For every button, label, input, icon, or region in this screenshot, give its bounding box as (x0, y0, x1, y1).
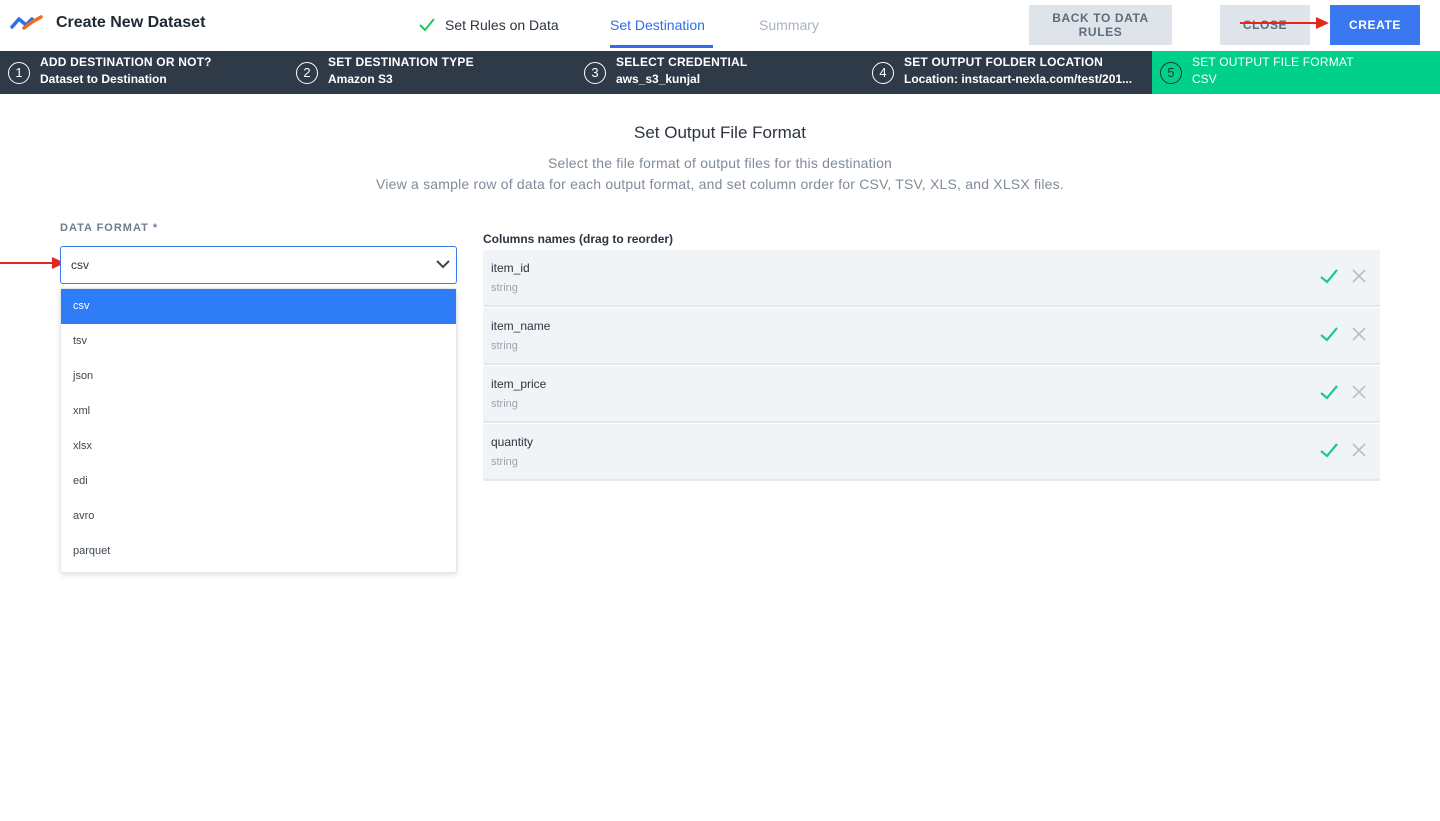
step-value: Dataset to Destination (40, 72, 167, 86)
check-icon[interactable] (1319, 383, 1339, 401)
create-button[interactable]: CREATE (1330, 5, 1420, 45)
data-format-selected-value: csv (71, 258, 89, 272)
page-title: Set Output File Format (634, 123, 806, 142)
column-row-quantity[interactable]: quantity string (483, 424, 1380, 481)
step-number: 4 (872, 62, 894, 84)
check-icon (419, 18, 435, 32)
check-icon[interactable] (1319, 325, 1339, 343)
step-value: Location: instacart-nexla.com/test/201..… (904, 72, 1133, 86)
app-logo-icon (10, 15, 43, 30)
annotation-arrow-icon (1240, 17, 1329, 29)
tab-summary[interactable]: Summary (759, 16, 819, 51)
columns-label: Columns names (drag to reorder) (483, 232, 674, 246)
check-icon[interactable] (1319, 267, 1339, 285)
step-value: aws_s3_kunjal (616, 72, 701, 86)
step-value: Amazon S3 (328, 72, 393, 86)
tab-set-destination[interactable]: Set Destination (610, 16, 713, 51)
step-title: SET DESTINATION TYPE (328, 55, 474, 69)
dropdown-option-parquet[interactable]: parquet (61, 534, 456, 569)
check-icon[interactable] (1319, 441, 1339, 459)
column-row-item-id[interactable]: item_id string (483, 250, 1380, 307)
step-number: 2 (296, 62, 318, 84)
step-title: SET OUTPUT FOLDER LOCATION (904, 55, 1103, 69)
column-row-item-name[interactable]: item_name string (483, 308, 1380, 365)
x-icon[interactable] (1351, 384, 1367, 400)
dropdown-option-xml[interactable]: xml (61, 394, 456, 429)
column-name: quantity (491, 435, 534, 449)
step-output-file-format[interactable]: 5 SET OUTPUT FILE FORMAT CSV (1152, 51, 1440, 94)
column-type: string (491, 340, 518, 352)
x-icon[interactable] (1351, 442, 1367, 458)
step-number: 5 (1160, 62, 1182, 84)
step-number: 3 (584, 62, 606, 84)
top-bar: Create New Dataset Set Rules on Data Set… (0, 0, 1440, 51)
column-type: string (491, 398, 518, 410)
app-title: Create New Dataset (56, 14, 206, 31)
column-name: item_price (491, 377, 547, 391)
active-tab-indicator (610, 45, 713, 48)
column-type: string (491, 456, 518, 468)
dropdown-option-tsv[interactable]: tsv (61, 324, 456, 359)
step-select-credential[interactable]: 3 SELECT CREDENTIAL aws_s3_kunjal (576, 51, 864, 94)
step-title: ADD DESTINATION OR NOT? (40, 55, 212, 69)
tab-label: Set Destination (610, 17, 705, 33)
data-format-label: DATA FORMAT * (60, 222, 159, 234)
back-to-data-rules-button[interactable]: BACK TO DATA RULES (1029, 5, 1172, 45)
step-add-destination[interactable]: 1 ADD DESTINATION OR NOT? Dataset to Des… (0, 51, 288, 94)
annotation-arrow-icon (0, 257, 65, 269)
column-name: item_id (491, 261, 530, 275)
dropdown-option-csv[interactable]: csv (61, 289, 456, 324)
column-type: string (491, 282, 518, 294)
data-format-select[interactable]: csv (60, 246, 457, 284)
column-row-item-price[interactable]: item_price string (483, 366, 1380, 423)
x-icon[interactable] (1351, 268, 1367, 284)
step-title: SELECT CREDENTIAL (616, 55, 748, 69)
dropdown-option-avro[interactable]: avro (61, 499, 456, 534)
step-number: 1 (8, 62, 30, 84)
dropdown-option-xlsx[interactable]: xlsx (61, 429, 456, 464)
column-name: item_name (491, 319, 551, 333)
page-subtitle: Select the file format of output files f… (547, 155, 893, 171)
dropdown-option-json[interactable]: json (61, 359, 456, 394)
step-title: SET OUTPUT FILE FORMAT (1192, 55, 1354, 69)
step-output-folder-location[interactable]: 4 SET OUTPUT FOLDER LOCATION Location: i… (864, 51, 1152, 94)
step-value: CSV (1192, 72, 1217, 86)
x-icon[interactable] (1351, 326, 1367, 342)
dropdown-option-edi[interactable]: edi (61, 464, 456, 499)
stepper: 1 ADD DESTINATION OR NOT? Dataset to Des… (0, 51, 1440, 94)
tab-label: Summary (759, 17, 819, 33)
step-destination-type[interactable]: 2 SET DESTINATION TYPE Amazon S3 (288, 51, 576, 94)
data-format-dropdown: csv tsv json xml xlsx edi avro parquet (60, 288, 457, 573)
page-subtitle: View a sample row of data for each outpu… (376, 176, 1064, 192)
chevron-down-icon (436, 260, 450, 269)
tab-label: Set Rules on Data (445, 17, 559, 33)
